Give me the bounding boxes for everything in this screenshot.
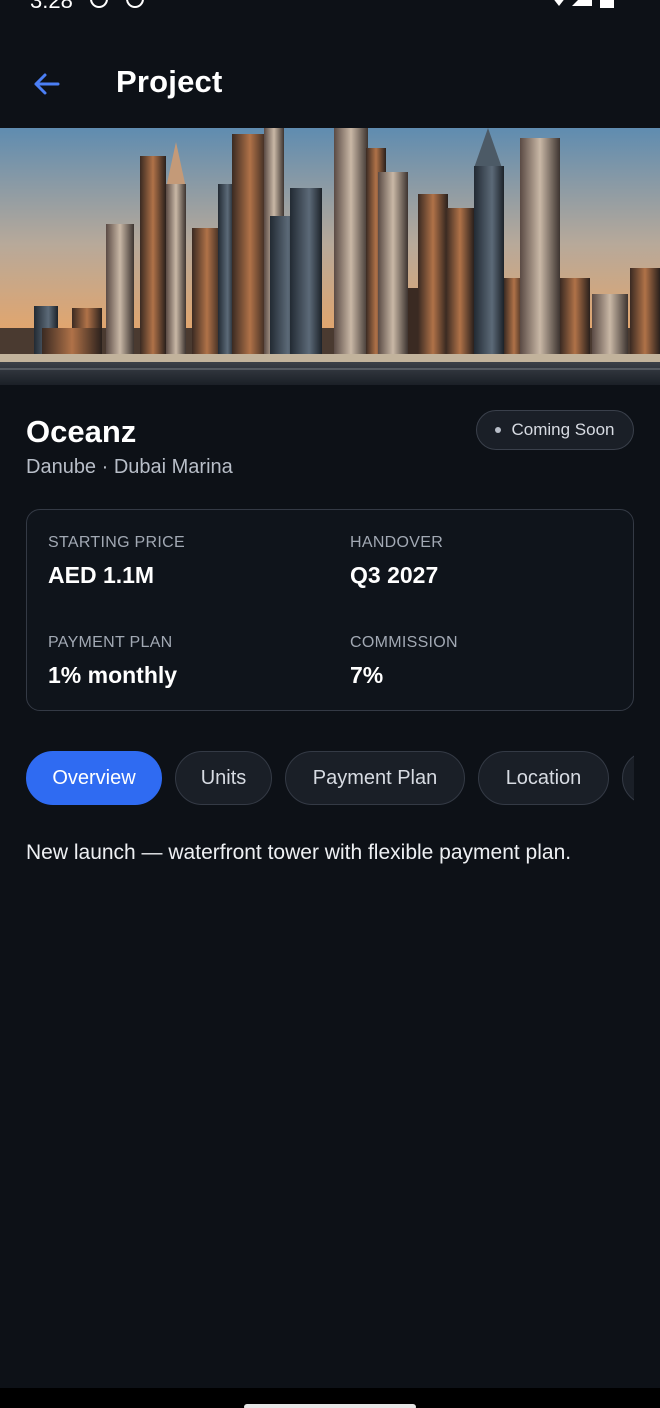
- project-name: Oceanz: [26, 414, 137, 449]
- starting-price-label: STARTING PRICE: [48, 534, 185, 551]
- project-hero-image: [0, 128, 660, 385]
- tab-units[interactable]: Units: [175, 751, 272, 805]
- payment-plan-item: PAYMENT PLAN 1% monthly: [48, 634, 177, 689]
- overview-description: New launch — waterfront tower with flexi…: [26, 841, 572, 864]
- battery-icon: [600, 0, 614, 8]
- page-title: Project: [116, 64, 223, 99]
- back-button[interactable]: [22, 62, 70, 106]
- arrow-left-icon: [34, 73, 60, 95]
- starting-price-item: STARTING PRICE AED 1.1M: [48, 534, 185, 589]
- project-subtitle: Danube · Dubai Marina: [26, 456, 233, 478]
- wifi-icon: [554, 0, 564, 6]
- tab-overview[interactable]: Overview: [26, 751, 162, 805]
- project-details-card: STARTING PRICE AED 1.1M HANDOVER Q3 2027…: [26, 509, 634, 711]
- tab-more[interactable]: [622, 751, 634, 805]
- starting-price-value: AED 1.1M: [48, 562, 155, 588]
- status-bar: 3:28: [0, 0, 660, 22]
- home-indicator[interactable]: [244, 1404, 416, 1408]
- app-bar: Project: [0, 40, 660, 128]
- tab-location[interactable]: Location: [478, 751, 609, 805]
- payment-plan-label: PAYMENT PLAN: [48, 634, 173, 651]
- skyline-illustration: [0, 128, 660, 385]
- status-time: 3:28: [30, 0, 73, 13]
- payment-plan-value: 1% monthly: [48, 662, 178, 688]
- commission-item: COMMISSION 7%: [350, 634, 458, 689]
- location-icon: [90, 0, 108, 8]
- dot-icon: [495, 427, 502, 433]
- commission-label: COMMISSION: [350, 634, 458, 651]
- project-screen: 3:28 Project Oceanz Danube · Dubai Marin…: [0, 0, 660, 1408]
- status-badge-label: Coming Soon: [511, 420, 615, 439]
- handover-value: Q3 2027: [350, 562, 439, 588]
- status-badge: Coming Soon: [476, 410, 634, 450]
- commission-value: 7%: [350, 662, 384, 688]
- sync-icon: [126, 0, 144, 8]
- signal-icon: [572, 0, 592, 6]
- handover-item: HANDOVER Q3 2027: [350, 534, 443, 589]
- section-tabs: Overview Units Payment Plan Location: [26, 751, 634, 805]
- handover-label: HANDOVER: [350, 534, 444, 551]
- tab-payment-plan[interactable]: Payment Plan: [285, 751, 465, 805]
